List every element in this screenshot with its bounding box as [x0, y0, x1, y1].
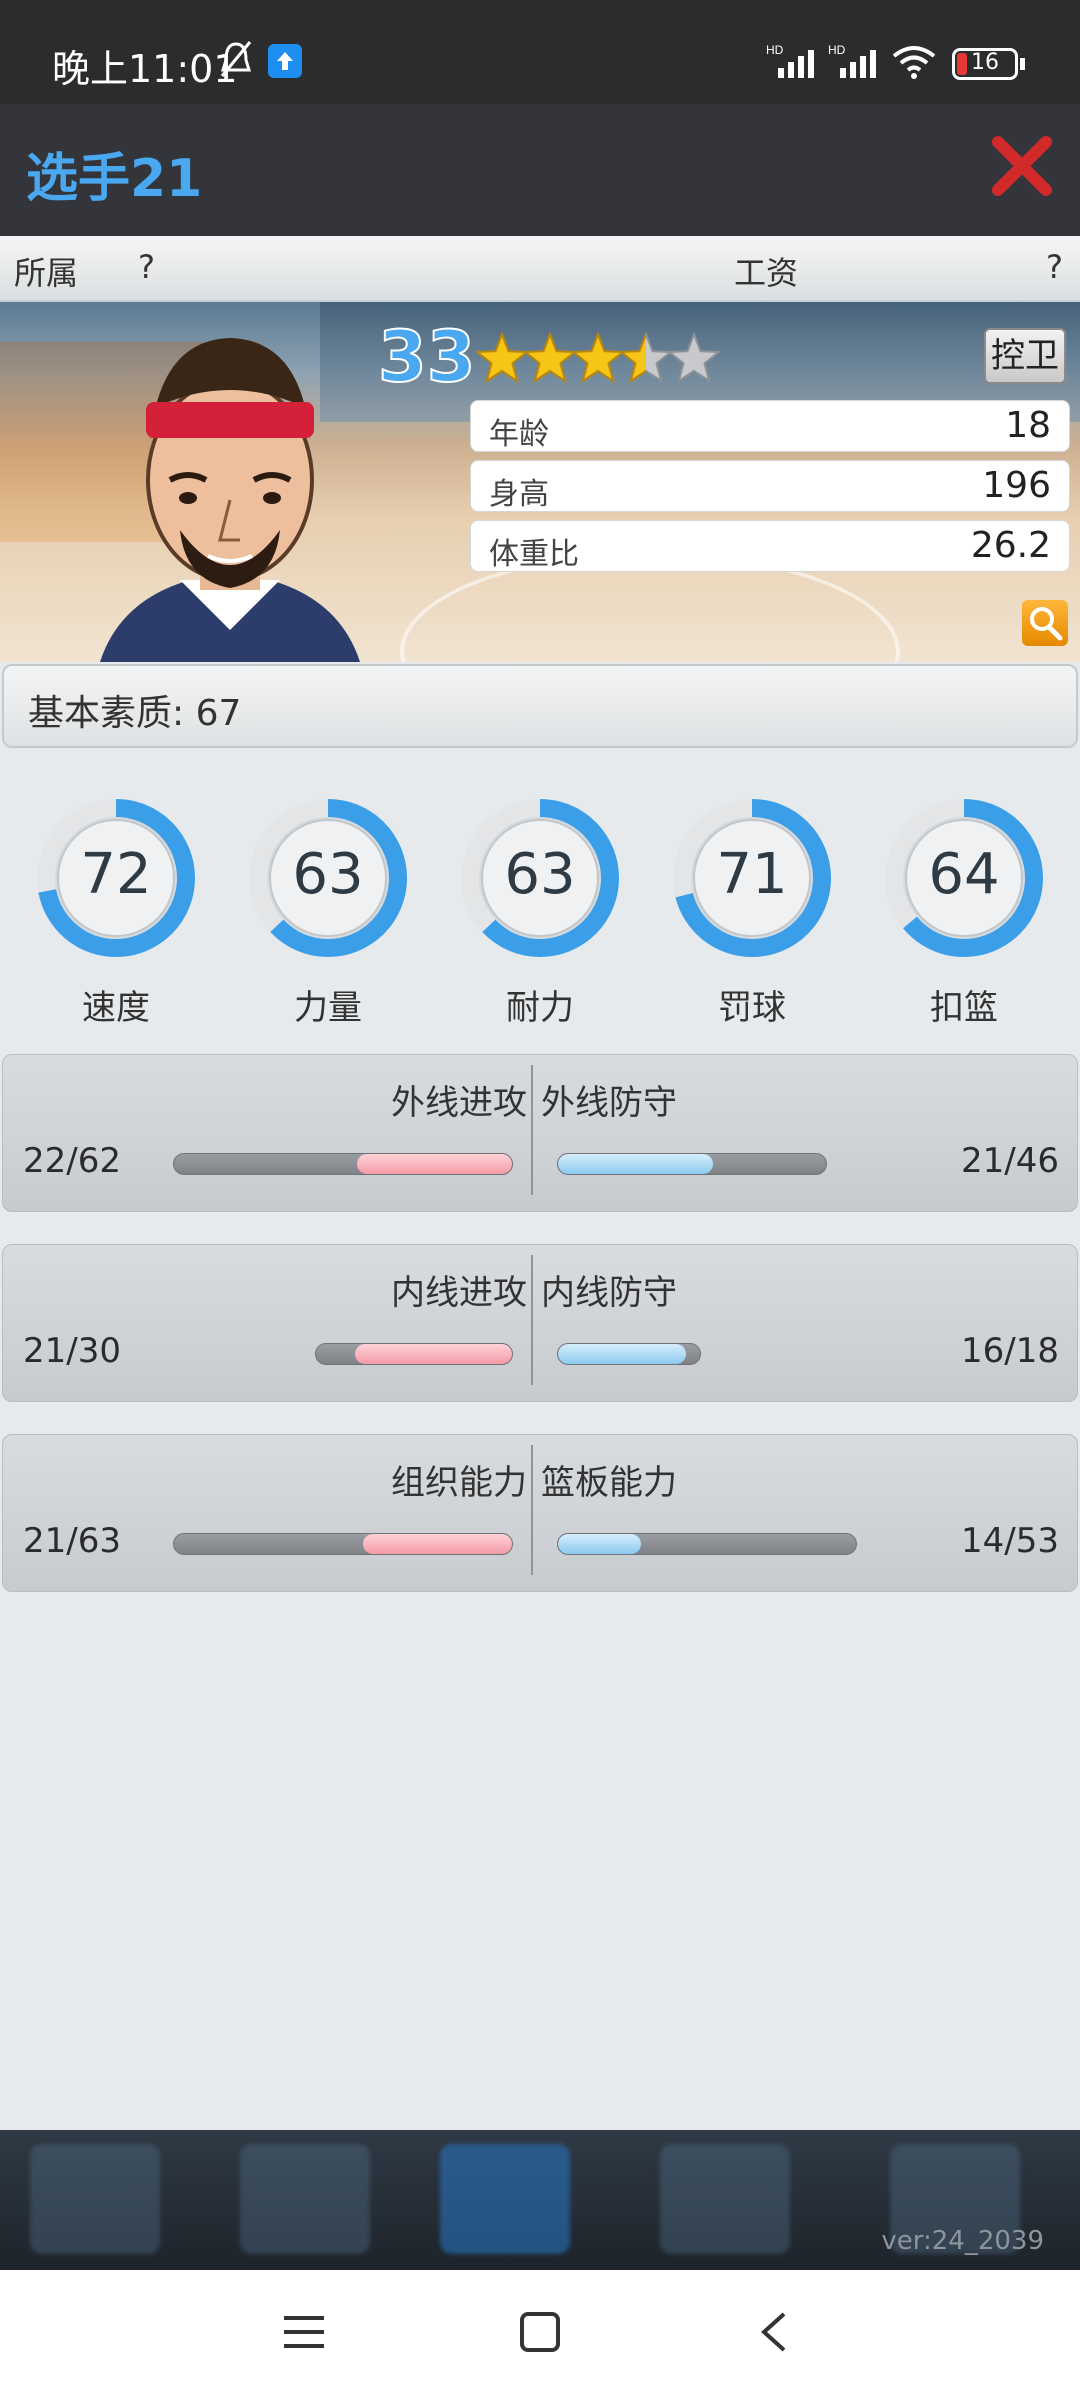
attribute-value: 64 [928, 842, 1000, 907]
outside-defense-bar-fill [558, 1154, 714, 1174]
stat-row-weight-ratio: 体重比 26.2 [470, 520, 1070, 572]
attribute-label: 速度 [82, 988, 150, 1028]
age-value: 18 [1005, 405, 1051, 446]
menu-icon[interactable] [282, 2312, 326, 2352]
attribute-ring: 63 力量 [248, 790, 408, 1028]
attribute-ring: 64 扣篮 [884, 790, 1044, 1028]
inside-defense-value: 16/18 [961, 1331, 1059, 1371]
inside-attack-bar-fill [355, 1344, 512, 1364]
attribute-value: 71 [716, 842, 788, 907]
attribute-ring: 71 罚球 [672, 790, 832, 1028]
height-label: 身高 [489, 477, 549, 512]
compare-panel-playmaking: 组织能力 篮板能力 21/63 14/53 [2, 1434, 1078, 1592]
weight-ratio-value: 26.2 [970, 525, 1051, 566]
signal-hd-icon: HD [766, 43, 814, 78]
battery-level: 16 [971, 50, 999, 75]
info-row: 所属 ? 工资 ? [0, 236, 1080, 302]
outside-attack-value: 22/62 [23, 1141, 121, 1181]
upload-notification-icon [268, 44, 302, 78]
inside-defense-bar-fill [558, 1344, 686, 1364]
attribute-value: 63 [504, 842, 576, 907]
mute-bell-icon [220, 41, 252, 77]
playmaking-bar-fill [363, 1534, 512, 1554]
status-time: 晚上11:01 [52, 47, 238, 91]
panel-divider [531, 1445, 533, 1575]
panel-divider [531, 1255, 533, 1385]
back-icon[interactable] [756, 2310, 792, 2354]
attribute-label: 耐力 [506, 988, 574, 1028]
salary-label: 工资 [734, 254, 799, 292]
stat-row-height: 身高 196 [470, 460, 1070, 512]
player-avatar[interactable] [80, 330, 380, 662]
tab-ghost-1[interactable] [30, 2144, 160, 2254]
playmaking-value: 21/63 [23, 1521, 121, 1561]
version-label: ver:24_2039 [881, 2226, 1044, 2256]
owner-label: 所属 [14, 254, 79, 292]
outside-defense-value: 21/46 [961, 1141, 1059, 1181]
battery-tip [1020, 58, 1025, 70]
tab-ghost-2[interactable] [240, 2144, 370, 2254]
status-bar: 晚上11:01 HD HD 16 [0, 0, 1080, 104]
signal-hd-icon-2: HD [828, 43, 876, 78]
inside-defense-bar [557, 1343, 701, 1365]
position-badge: 控卫 [984, 328, 1066, 384]
salary-value: ? [1046, 248, 1063, 286]
attribute-value: 72 [80, 842, 152, 907]
owner-value: ? [138, 248, 155, 286]
svg-text:HD: HD [828, 43, 846, 57]
panel-divider [531, 1065, 533, 1195]
base-quality-text: 基本素质: 67 [28, 693, 242, 734]
player-rating: 33 [377, 315, 476, 399]
home-icon[interactable] [518, 2310, 562, 2354]
outside-defense-bar [557, 1153, 827, 1175]
outside-attack-bar-fill [356, 1154, 512, 1174]
star-filled-icon [572, 331, 624, 384]
star-rating [476, 331, 722, 384]
attribute-label: 罚球 [718, 988, 786, 1028]
tab-ghost-3[interactable] [440, 2144, 570, 2254]
page-title: 选手21 [26, 149, 203, 209]
inside-attack-label: 内线进攻 [391, 1273, 527, 1313]
wifi-icon [892, 46, 936, 79]
player-banner: 33 控卫 年龄 18 身高 196 体重比 26.2 [0, 302, 1080, 662]
outside-defense-label: 外线防守 [541, 1083, 677, 1123]
playmaking-bar [173, 1533, 513, 1555]
bottom-tab-bar: ver:24_2039 [0, 2130, 1080, 2270]
compare-panel-inside: 内线进攻 内线防守 21/30 16/18 [2, 1244, 1078, 1402]
height-value: 196 [982, 465, 1051, 506]
close-button[interactable] [990, 134, 1054, 198]
svg-text:HD: HD [766, 43, 784, 57]
stat-row-age: 年龄 18 [470, 400, 1070, 452]
outside-attack-bar [173, 1153, 513, 1175]
rebounding-bar-fill [558, 1534, 642, 1554]
rebounding-value: 14/53 [961, 1521, 1059, 1561]
system-nav-bar [0, 2270, 1080, 2400]
search-button[interactable] [1022, 600, 1068, 646]
star-filled-icon [476, 331, 528, 384]
attribute-value: 63 [292, 842, 364, 907]
inside-attack-value: 21/30 [23, 1331, 121, 1371]
attribute-ring: 63 耐力 [460, 790, 620, 1028]
weight-ratio-label: 体重比 [489, 537, 579, 572]
inside-defense-label: 内线防守 [541, 1273, 677, 1313]
rebounding-label: 篮板能力 [541, 1463, 677, 1503]
age-label: 年龄 [489, 417, 549, 452]
close-icon [992, 136, 1052, 196]
battery-icon: 16 [952, 48, 1018, 80]
attribute-label: 力量 [294, 988, 362, 1028]
compare-panel-outside: 外线进攻 外线防守 22/62 21/46 [2, 1054, 1078, 1212]
title-bar: 选手21 [0, 104, 1080, 236]
rebounding-bar [557, 1533, 857, 1555]
search-icon [1030, 607, 1063, 641]
tab-ghost-4[interactable] [660, 2144, 790, 2254]
inside-attack-bar [315, 1343, 513, 1365]
outside-attack-label: 外线进攻 [391, 1083, 527, 1123]
base-quality-bar: 基本素质: 67 [2, 664, 1078, 748]
attribute-label: 扣篮 [930, 988, 998, 1028]
star-filled-icon [524, 331, 576, 384]
attribute-ring: 72 速度 [36, 790, 196, 1028]
star-empty-icon [666, 331, 722, 384]
playmaking-label: 组织能力 [391, 1463, 527, 1503]
